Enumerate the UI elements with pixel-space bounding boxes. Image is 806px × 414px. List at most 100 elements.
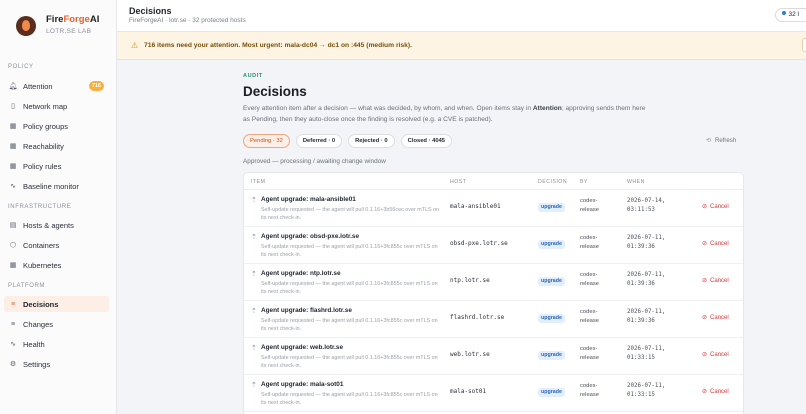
table-row[interactable]: ⇡ Agent upgrade: ntp.lotr.se Self-update… bbox=[244, 264, 743, 301]
attention-count-badge: 716 bbox=[88, 81, 104, 91]
list-icon: ≡ bbox=[10, 320, 16, 328]
cancel-button[interactable]: ⊘ Cancel bbox=[702, 314, 729, 321]
row-host: mala-sot01 bbox=[450, 388, 487, 395]
row-by: codex-release bbox=[580, 272, 600, 287]
brand[interactable]: FireForgeAI LOTR.SE LAB bbox=[16, 14, 99, 36]
column-header-by: BY bbox=[580, 179, 588, 185]
section-label-policy: POLICY bbox=[8, 64, 34, 70]
row-title: Agent upgrade: mala-sot01 bbox=[261, 381, 344, 388]
decision-badge: upgrade bbox=[538, 388, 565, 397]
page-kicker: AUDIT bbox=[243, 73, 263, 79]
sidebar-item-label: Containers bbox=[23, 240, 60, 250]
row-host: obsd-pxe.lotr.se bbox=[450, 240, 508, 247]
row-when: 2026-07-11, 01:39:36 bbox=[627, 272, 666, 287]
cancel-icon: ⊘ bbox=[702, 204, 708, 210]
sidebar-item-hosts-agents[interactable]: ▤ Hosts & agents bbox=[4, 217, 109, 233]
upgrade-arrow-icon: ⇡ bbox=[251, 234, 257, 241]
hosts-status-pill[interactable]: 32 l bbox=[774, 8, 806, 22]
table-row[interactable]: ⇡ Agent upgrade: obsd-pxe.lotr.se Self-u… bbox=[244, 227, 743, 264]
bell-icon: 🔔︎ bbox=[8, 83, 18, 90]
warning-icon: ⚠ bbox=[131, 41, 139, 50]
sidebar-item-baseline-monitor[interactable]: ∿ Baseline monitor bbox=[4, 178, 109, 194]
table-row[interactable]: ⇡ Agent upgrade: web.lotr.se Self-update… bbox=[244, 338, 743, 375]
upgrade-arrow-icon: ⇡ bbox=[251, 197, 257, 204]
sidebar-item-label: Attention bbox=[23, 81, 53, 91]
fireforge-logo-icon bbox=[16, 16, 36, 36]
row-description: Self-update requested — the agent will p… bbox=[261, 392, 438, 406]
cancel-icon: ⊘ bbox=[702, 352, 708, 358]
row-description: Self-update requested — the agent will p… bbox=[261, 281, 438, 295]
row-title: Agent upgrade: flashrd.lotr.se bbox=[261, 307, 352, 314]
sidebar-item-label: Policy groups bbox=[23, 121, 69, 131]
row-description: Self-update requested — the agent will p… bbox=[261, 207, 440, 221]
sidebar-item-policy-rules[interactable]: ▦ Policy rules bbox=[4, 158, 109, 174]
column-header-decision: DECISION bbox=[538, 179, 568, 185]
sidebar-item-settings[interactable]: ⚙ Settings bbox=[4, 356, 109, 372]
upgrade-arrow-icon: ⇡ bbox=[251, 345, 257, 352]
alert-action-button[interactable] bbox=[802, 38, 806, 52]
sidebar-item-policy-groups[interactable]: ▦ Policy groups bbox=[4, 118, 109, 134]
sidebar-item-health[interactable]: ∿ Health bbox=[4, 336, 109, 352]
gear-icon: ⚙ bbox=[9, 361, 17, 368]
row-by: codex-release bbox=[580, 383, 600, 398]
sidebar-item-label: Hosts & agents bbox=[23, 220, 74, 230]
column-header-item: ITEM bbox=[251, 179, 266, 185]
sidebar-item-containers[interactable]: ⬡ Containers bbox=[4, 237, 109, 253]
row-host: mala-ansible01 bbox=[450, 203, 501, 210]
tab-rejected[interactable]: Rejected · 0 bbox=[348, 134, 395, 148]
cancel-icon: ⊘ bbox=[702, 241, 708, 247]
brand-name: FireForgeAI bbox=[46, 14, 100, 25]
refresh-icon: ⟲ bbox=[706, 138, 712, 144]
sidebar: FireForgeAI LOTR.SE LAB POLICY 🔔︎ Attent… bbox=[0, 0, 117, 414]
sidebar-item-decisions[interactable]: ≡ Decisions bbox=[4, 296, 109, 312]
row-host: web.lotr.se bbox=[450, 351, 490, 358]
sidebar-item-label: Kubernetes bbox=[23, 260, 62, 270]
cancel-button[interactable]: ⊘ Cancel bbox=[702, 351, 729, 358]
list-icon: ≡ bbox=[10, 300, 16, 308]
table-row[interactable]: ⇡ Agent upgrade: mala-ansible01 Self-upd… bbox=[244, 190, 743, 227]
cancel-button[interactable]: ⊘ Cancel bbox=[702, 277, 729, 284]
grid-icon: ▦ bbox=[9, 262, 17, 269]
sidebar-item-label: Settings bbox=[23, 359, 51, 369]
row-by: codex-release bbox=[580, 346, 600, 361]
section-label-platform: PLATFORM bbox=[8, 283, 46, 289]
column-header-host: HOST bbox=[450, 179, 467, 185]
sidebar-item-label: Health bbox=[23, 339, 45, 349]
sidebar-item-label: Policy rules bbox=[23, 161, 62, 171]
cancel-icon: ⊘ bbox=[702, 389, 708, 395]
row-title: Agent upgrade: mala-ansible01 bbox=[261, 196, 356, 203]
cancel-icon: ⊘ bbox=[702, 315, 708, 321]
row-by: codex-release bbox=[580, 309, 600, 324]
decision-filter-tabs: Pending · 32 Deferred · 0 Rejected · 0 C… bbox=[243, 134, 458, 148]
table-header: ITEM HOST DECISION BY WHEN bbox=[244, 173, 743, 190]
row-when: 2026-07-11, 01:39:36 bbox=[627, 235, 666, 250]
sidebar-item-label: Network map bbox=[23, 101, 68, 111]
tab-closed[interactable]: Closed · 4045 bbox=[400, 134, 453, 148]
tab-deferred[interactable]: Deferred · 0 bbox=[295, 134, 343, 148]
main-content: AUDIT Decisions Every attention item aft… bbox=[117, 60, 806, 414]
cancel-button[interactable]: ⊘ Cancel bbox=[702, 388, 729, 395]
cancel-icon: ⊘ bbox=[702, 278, 708, 284]
attention-alert-banner: ⚠ 716 items need your attention. Most ur… bbox=[117, 32, 806, 60]
status-dot-icon bbox=[781, 11, 786, 15]
header-subtitle: FireForgeAI · lotr.se · 32 protected hos… bbox=[129, 17, 246, 24]
sidebar-item-kubernetes[interactable]: ▦ Kubernetes bbox=[4, 257, 109, 273]
row-when: 2026-07-11, 01:33:15 bbox=[627, 346, 666, 361]
sidebar-item-attention[interactable]: 🔔︎ Attention 716 bbox=[4, 78, 109, 94]
refresh-button[interactable]: ⟲ Refresh bbox=[706, 137, 736, 144]
table-row[interactable]: ⇡ Agent upgrade: flashrd.lotr.se Self-up… bbox=[244, 301, 743, 338]
sidebar-item-reachability[interactable]: ▦ Reachability bbox=[4, 138, 109, 154]
cancel-button[interactable]: ⊘ Cancel bbox=[702, 240, 729, 247]
row-title: Agent upgrade: ntp.lotr.se bbox=[261, 270, 341, 277]
sidebar-item-changes[interactable]: ≡ Changes bbox=[4, 316, 109, 332]
column-header-when: WHEN bbox=[627, 179, 645, 185]
row-when: 2026-07-11, 01:33:15 bbox=[627, 383, 666, 398]
row-title: Agent upgrade: obsd-pxe.lotr.se bbox=[261, 233, 359, 240]
sidebar-item-label: Decisions bbox=[23, 299, 59, 309]
cancel-button[interactable]: ⊘ Cancel bbox=[702, 203, 729, 210]
tab-pending[interactable]: Pending · 32 bbox=[243, 134, 290, 148]
table-row[interactable]: ⇡ Agent upgrade: mala-sot01 Self-update … bbox=[244, 375, 743, 412]
pulse-icon: ∿ bbox=[10, 341, 16, 348]
sidebar-item-network-map[interactable]: ▯ Network map bbox=[4, 98, 109, 114]
upgrade-arrow-icon: ⇡ bbox=[251, 382, 257, 389]
